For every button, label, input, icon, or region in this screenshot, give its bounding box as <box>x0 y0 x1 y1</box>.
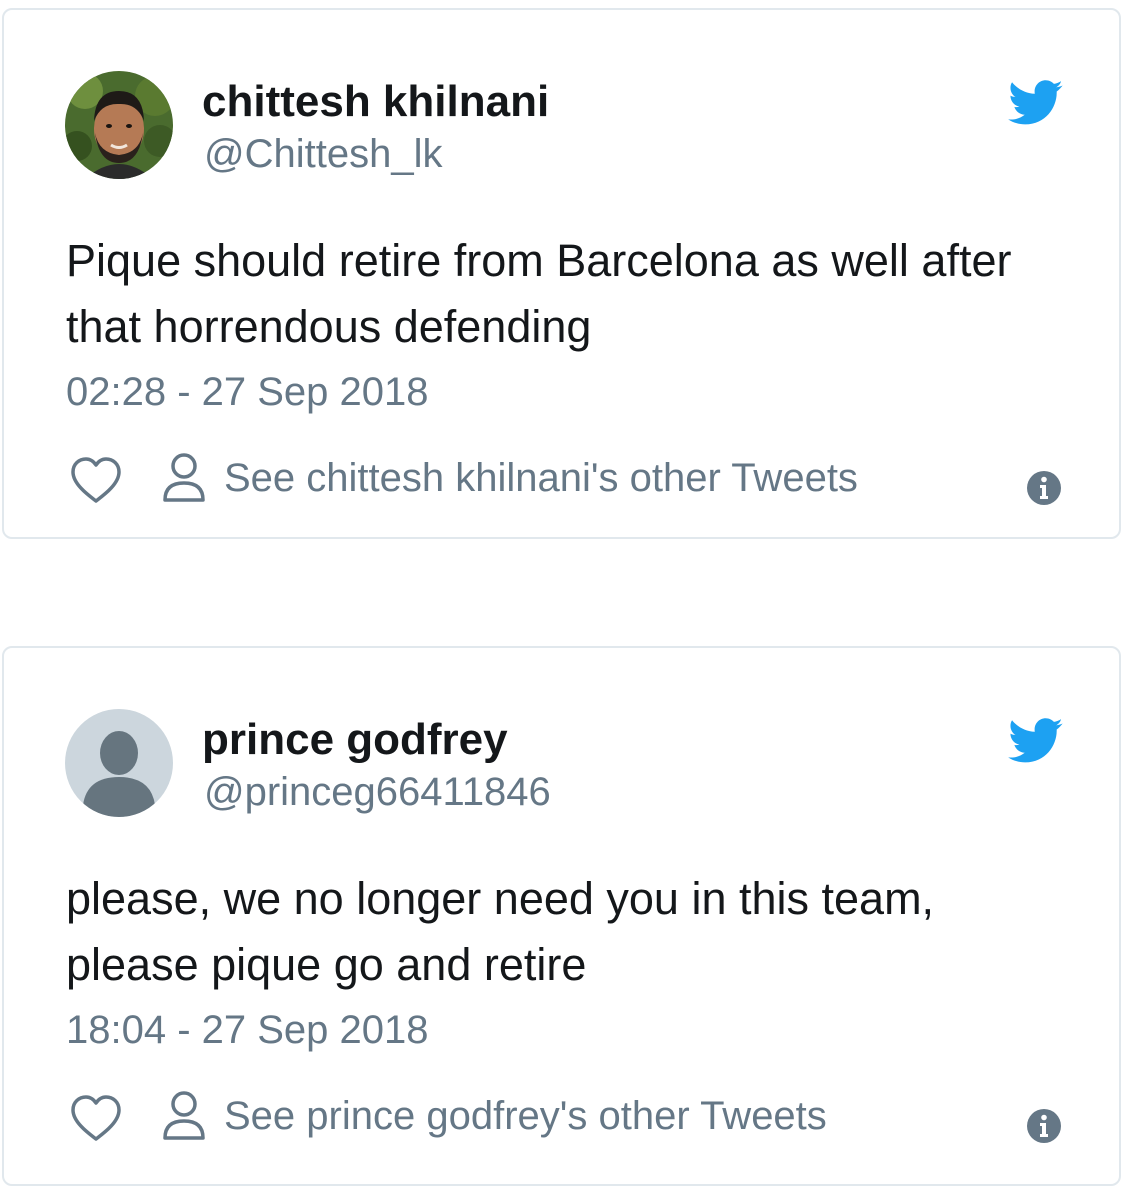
see-other-tweets-link[interactable]: See prince godfrey's other Tweets <box>162 1086 827 1146</box>
see-other-tweets-link[interactable]: See chittesh khilnani's other Tweets <box>162 448 858 508</box>
avatar[interactable] <box>65 71 173 179</box>
user-handle[interactable]: @Chittesh_lk <box>204 130 442 178</box>
person-icon <box>162 1090 206 1142</box>
user-handle[interactable]: @princeg66411846 <box>204 768 551 816</box>
tweet-actions: See prince godfrey's other Tweets <box>66 1086 1066 1144</box>
tweet-actions: See chittesh khilnani's other Tweets <box>66 448 1066 506</box>
twitter-bird-icon[interactable] <box>1008 80 1064 126</box>
info-icon[interactable] <box>1026 1108 1062 1144</box>
tweet-card: chittesh khilnani @Chittesh_lk Pique sho… <box>2 8 1121 539</box>
twitter-bird-icon[interactable] <box>1008 718 1064 764</box>
tweet-timestamp[interactable]: 18:04 - 27 Sep 2018 <box>66 1006 429 1054</box>
tweet-text: Pique should retire from Barcelona as we… <box>66 235 1012 352</box>
heart-icon[interactable] <box>69 1094 123 1142</box>
see-other-tweets-label: See chittesh khilnani's other Tweets <box>224 456 858 500</box>
person-icon <box>162 452 206 504</box>
display-name[interactable]: chittesh khilnani <box>202 76 549 128</box>
info-icon[interactable] <box>1026 470 1062 506</box>
avatar[interactable] <box>65 709 173 817</box>
display-name[interactable]: prince godfrey <box>202 714 508 766</box>
tweet-text: please, we no longer need you in this te… <box>66 873 935 990</box>
tweet-timestamp[interactable]: 02:28 - 27 Sep 2018 <box>66 368 429 416</box>
tweet-card: prince godfrey @princeg66411846 please, … <box>2 646 1121 1186</box>
heart-icon[interactable] <box>69 456 123 504</box>
see-other-tweets-label: See prince godfrey's other Tweets <box>224 1094 827 1138</box>
